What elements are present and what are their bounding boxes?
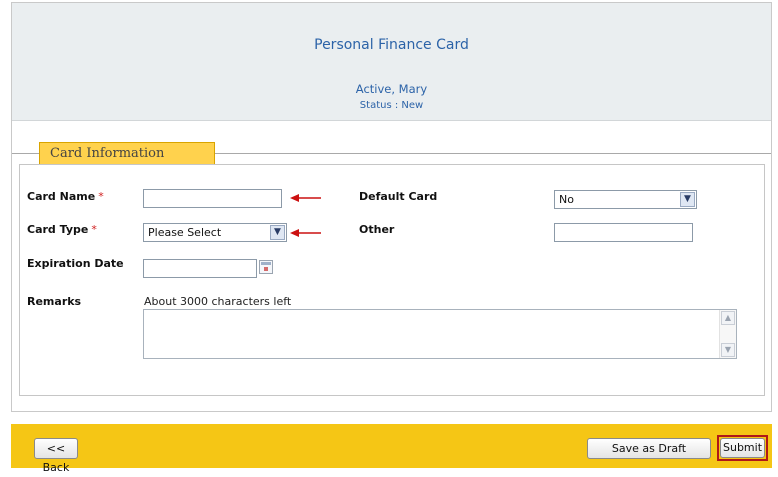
card-name-input[interactable] bbox=[143, 189, 282, 208]
save-as-draft-button[interactable]: Save as Draft bbox=[587, 438, 711, 459]
remarks-char-counter: About 3000 characters left bbox=[144, 295, 292, 308]
card-information-panel: Card Name * Card Type * Please Select ▼ Ex… bbox=[19, 164, 765, 396]
back-button[interactable]: << Back bbox=[34, 438, 78, 474]
card-type-select[interactable]: Please Select ▼ bbox=[143, 223, 287, 242]
remarks-scrollbar[interactable]: ▲ ▼ bbox=[719, 310, 736, 358]
scroll-up-icon[interactable]: ▲ bbox=[721, 311, 735, 325]
expiration-date-input[interactable] bbox=[143, 259, 257, 278]
section-divider-left bbox=[12, 153, 39, 154]
card-type-label: Card Type * bbox=[27, 223, 97, 236]
chevron-down-icon[interactable]: ▼ bbox=[680, 192, 695, 207]
other-input[interactable] bbox=[554, 223, 693, 242]
status-text: Status : New bbox=[359, 100, 424, 111]
expiration-date-label: Expiration Date bbox=[27, 257, 124, 270]
card-type-label-text: Card Type bbox=[27, 223, 89, 236]
default-card-label: Default Card bbox=[359, 190, 438, 203]
card-name-label: Card Name * bbox=[27, 190, 104, 203]
red-arrow-left-icon bbox=[290, 194, 321, 202]
other-label: Other bbox=[359, 223, 395, 236]
scroll-down-icon[interactable]: ▼ bbox=[721, 343, 735, 357]
remarks-label: Remarks bbox=[27, 295, 82, 308]
submit-button[interactable]: Submit bbox=[720, 438, 765, 458]
remarks-textarea[interactable]: ▲ ▼ bbox=[143, 309, 737, 359]
section-legend: Card Information bbox=[39, 142, 215, 166]
page-title: Personal Finance Card bbox=[314, 37, 469, 53]
card-name-label-text: Card Name bbox=[27, 190, 96, 203]
default-card-selected-value: No bbox=[559, 193, 574, 206]
red-arrow-left-icon bbox=[290, 229, 321, 237]
calendar-icon[interactable] bbox=[259, 260, 273, 274]
action-bar: << Back Save as Draft Submit bbox=[11, 424, 772, 474]
chevron-down-icon[interactable]: ▼ bbox=[270, 225, 285, 240]
required-marker: * bbox=[91, 223, 97, 236]
default-card-select[interactable]: No ▼ bbox=[554, 190, 697, 209]
member-name: Active, Mary bbox=[355, 82, 428, 96]
card-type-selected-value: Please Select bbox=[148, 226, 222, 239]
page-header: Personal Finance Card Active, Mary Statu… bbox=[12, 3, 771, 121]
required-marker: * bbox=[98, 190, 104, 203]
section-divider-right bbox=[215, 153, 771, 154]
submit-highlight: Submit bbox=[717, 435, 768, 461]
